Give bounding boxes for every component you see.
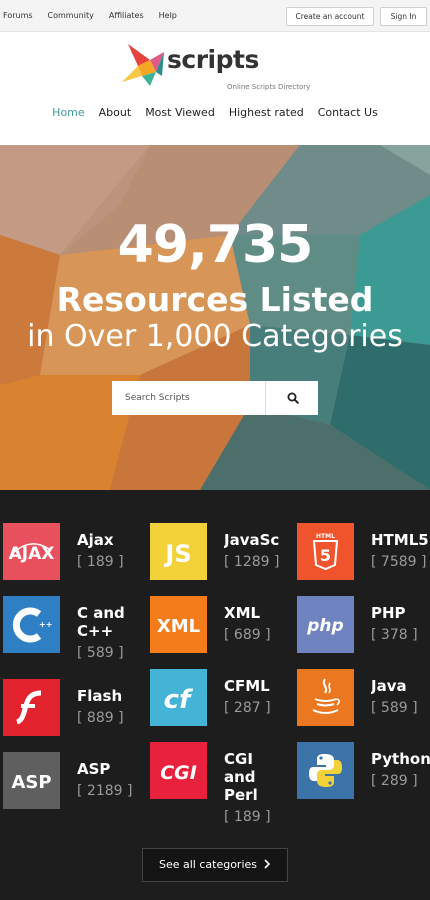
see-all-label: See all categories bbox=[158, 858, 258, 871]
category-name: Flash bbox=[77, 687, 123, 705]
sign-in-button[interactable]: Sign In bbox=[380, 7, 427, 26]
search-button[interactable] bbox=[265, 381, 318, 415]
ajax-icon: AJAX bbox=[3, 523, 60, 580]
category-xml[interactable]: XML XML [ 689 ] bbox=[150, 596, 294, 676]
svg-text:5: 5 bbox=[320, 546, 331, 565]
cgi-icon: CGI bbox=[150, 742, 207, 799]
category-name: HTML5 bbox=[371, 531, 429, 549]
top-link-forums[interactable]: Forums bbox=[3, 11, 33, 20]
top-link-community[interactable]: Community bbox=[48, 11, 94, 20]
category-name: CGI and Perl bbox=[224, 750, 258, 804]
logo-wordmark: scripts bbox=[167, 45, 259, 74]
svg-text:XML: XML bbox=[157, 616, 200, 637]
svg-text:AJAX: AJAX bbox=[9, 544, 55, 564]
category-count: [ 7589 ] bbox=[371, 554, 427, 570]
category-cfml[interactable]: cf CFML [ 287 ] bbox=[150, 669, 294, 749]
category-count: [ 889 ] bbox=[77, 710, 124, 726]
category-count: [ 1289 ] bbox=[224, 554, 280, 570]
category-count: [ 289 ] bbox=[371, 773, 418, 789]
top-link-affiliates[interactable]: Affiliates bbox=[109, 11, 144, 20]
category-grid: AJAX Ajax [ 189 ] JS JavaSc [ 1289 ] HTM… bbox=[0, 490, 430, 900]
category-java[interactable]: Java [ 589 ] bbox=[297, 669, 430, 749]
site-logo[interactable]: scripts Online Scripts Directory bbox=[120, 42, 320, 91]
chevron-right-icon bbox=[264, 859, 271, 869]
resource-count: 49,735 bbox=[117, 215, 314, 275]
category-name: Java bbox=[371, 677, 407, 695]
top-bar: Forums Community Affiliates Help Create … bbox=[0, 0, 430, 32]
category-name: PHP bbox=[371, 604, 406, 622]
cpp-icon: ++ bbox=[3, 596, 60, 653]
category-count: [ 589 ] bbox=[77, 645, 124, 661]
svg-text:CGI: CGI bbox=[160, 762, 197, 784]
svg-text:++: ++ bbox=[39, 620, 52, 629]
category-html5[interactable]: HTML 5 HTML5 [ 7589 ] bbox=[297, 523, 430, 603]
svg-text:php: php bbox=[306, 616, 343, 636]
category-javascript[interactable]: JS JavaSc [ 1289 ] bbox=[150, 523, 294, 603]
svg-text:cf: cf bbox=[164, 685, 194, 715]
category-name: ASP bbox=[77, 760, 111, 778]
nav-most-viewed[interactable]: Most Viewed bbox=[145, 106, 215, 119]
cfml-icon: cf bbox=[150, 669, 207, 726]
main-nav: Home About Most Viewed Highest rated Con… bbox=[0, 106, 430, 119]
category-python[interactable]: Python [ 289 ] bbox=[297, 742, 430, 822]
category-count: [ 287 ] bbox=[224, 700, 271, 716]
flash-icon bbox=[3, 679, 60, 736]
category-count: [ 189 ] bbox=[224, 809, 271, 825]
category-count: [ 189 ] bbox=[77, 554, 124, 570]
category-name: CFML bbox=[224, 677, 270, 695]
nav-highest-rated[interactable]: Highest rated bbox=[229, 106, 304, 119]
nav-about[interactable]: About bbox=[99, 106, 132, 119]
asp-icon: ASP bbox=[3, 752, 60, 809]
category-count: [ 378 ] bbox=[371, 627, 418, 643]
category-name: Python bbox=[371, 750, 430, 768]
category-name: XML bbox=[224, 604, 261, 622]
category-c-cpp[interactable]: ++ C and C++ [ 589 ] bbox=[3, 596, 147, 676]
nav-contact-us[interactable]: Contact Us bbox=[318, 106, 378, 119]
category-flash[interactable]: Flash [ 889 ] bbox=[3, 679, 147, 759]
top-nav: Forums Community Affiliates Help bbox=[3, 11, 177, 20]
svg-text:HTML: HTML bbox=[316, 533, 335, 540]
logo-tagline: Online Scripts Directory bbox=[227, 83, 311, 91]
php-icon: php bbox=[297, 596, 354, 653]
category-count: [ 2189 ] bbox=[77, 783, 133, 799]
category-ajax[interactable]: AJAX Ajax [ 189 ] bbox=[3, 523, 147, 603]
category-name: Ajax bbox=[77, 531, 114, 549]
hero-subheading: in Over 1,000 Categories bbox=[27, 319, 403, 354]
category-asp[interactable]: ASP ASP [ 2189 ] bbox=[3, 752, 147, 832]
site-header: scripts Online Scripts Directory Home Ab… bbox=[0, 32, 430, 145]
search-icon bbox=[287, 392, 299, 404]
search-bar bbox=[112, 381, 318, 415]
html5-icon: HTML 5 bbox=[297, 523, 354, 580]
category-php[interactable]: php PHP [ 378 ] bbox=[297, 596, 430, 676]
category-name: JavaSc bbox=[224, 531, 280, 549]
nav-home[interactable]: Home bbox=[52, 106, 84, 119]
svg-text:JS: JS bbox=[163, 540, 191, 568]
create-account-button[interactable]: Create an account bbox=[286, 7, 374, 26]
search-input[interactable] bbox=[112, 381, 265, 415]
category-count: [ 589 ] bbox=[371, 700, 418, 716]
category-count: [ 689 ] bbox=[224, 627, 271, 643]
xml-icon: XML bbox=[150, 596, 207, 653]
svg-text:ASP: ASP bbox=[11, 772, 51, 793]
hero-banner: 49,735 Resources Listed in Over 1,000 Ca… bbox=[0, 145, 430, 490]
java-icon bbox=[297, 669, 354, 726]
category-name: C and C++ bbox=[77, 604, 125, 640]
logo-mark-icon bbox=[122, 44, 164, 86]
python-icon bbox=[297, 742, 354, 799]
js-icon: JS bbox=[150, 523, 207, 580]
see-all-categories-button[interactable]: See all categories bbox=[142, 848, 288, 882]
top-link-help[interactable]: Help bbox=[159, 11, 177, 20]
hero-heading: Resources Listed bbox=[56, 280, 374, 319]
category-cgi-perl[interactable]: CGI CGI and Perl [ 189 ] bbox=[150, 742, 294, 832]
